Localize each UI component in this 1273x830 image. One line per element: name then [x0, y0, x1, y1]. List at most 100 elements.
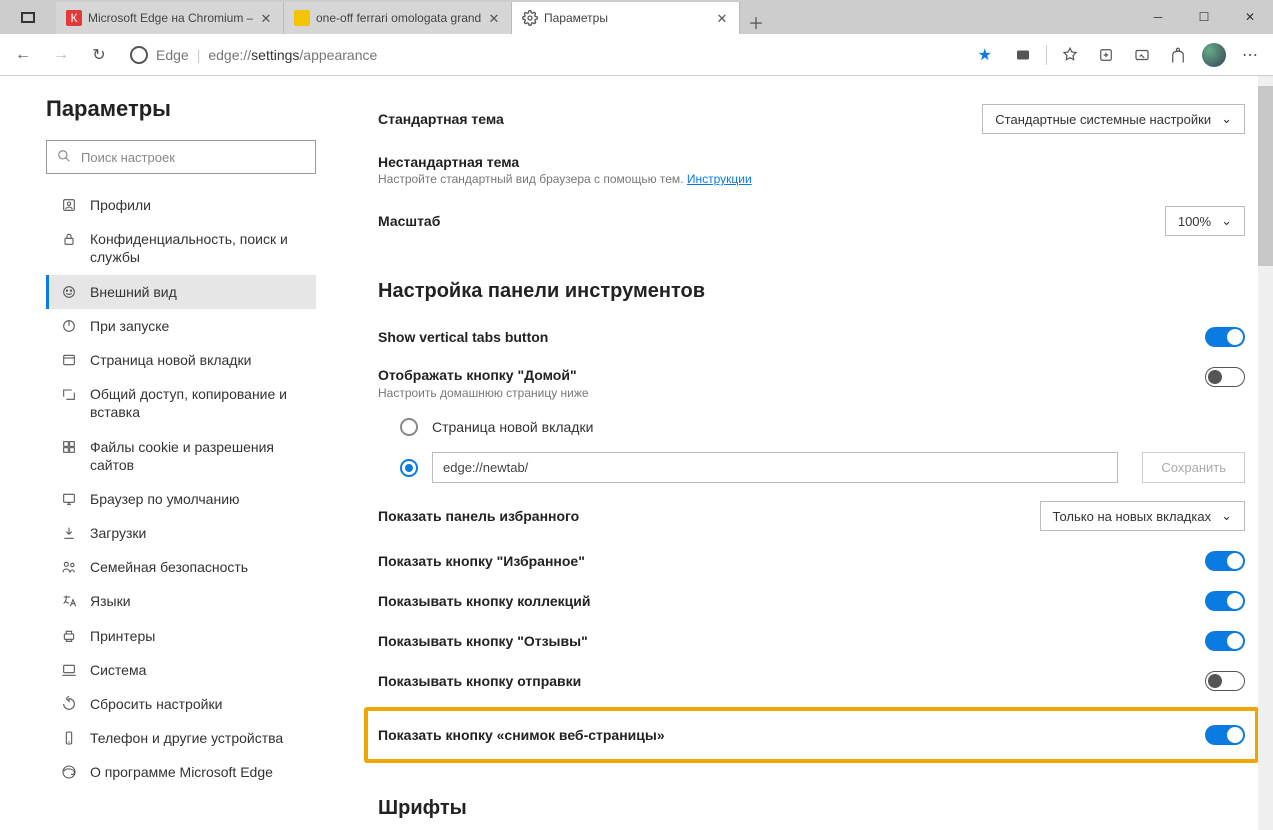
screenshot-icon[interactable]	[1125, 38, 1159, 72]
power-icon	[60, 317, 78, 335]
sidebar-item-about[interactable]: О программе Microsoft Edge	[46, 755, 316, 789]
sidebar-item-family[interactable]: Семейная безопасность	[46, 550, 316, 584]
extensions-icon[interactable]	[1161, 38, 1195, 72]
custom-theme-desc: Настройте стандартный вид браузера с пом…	[378, 172, 1245, 186]
search-input[interactable]: Поиск настроек	[46, 140, 316, 174]
feedback-button-toggle[interactable]	[1205, 631, 1245, 651]
download-icon	[60, 524, 78, 542]
chevron-down-icon: ⌄	[1221, 111, 1232, 127]
close-icon[interactable]: ✕	[259, 11, 273, 25]
collections-button-label: Показывать кнопку коллекций	[378, 593, 590, 609]
sidebar-item-startup[interactable]: При запуске	[46, 309, 316, 343]
phone-icon	[60, 729, 78, 747]
sidebar-item-privacy[interactable]: Конфиденциальность, поиск и службы	[46, 222, 316, 274]
default-theme-label: Стандартная тема	[378, 111, 504, 127]
title-bar: К Microsoft Edge на Chromium – Н ✕ one-o…	[0, 0, 1273, 34]
family-icon	[60, 558, 78, 576]
window-controls: ─ ☐ ✕	[1135, 0, 1273, 34]
collections-button-toggle[interactable]	[1205, 591, 1245, 611]
tab-title: one-off ferrari omologata grand	[316, 11, 481, 25]
default-theme-dropdown[interactable]: Стандартные системные настройки ⌄	[982, 104, 1245, 134]
refresh-button[interactable]: ↻	[82, 38, 116, 72]
browser-tab[interactable]: one-off ferrari omologata grand ✕	[284, 2, 512, 34]
sidebar-item-appearance[interactable]: Внешний вид	[46, 275, 316, 309]
favorites-icon[interactable]	[1053, 38, 1087, 72]
new-tab-button[interactable]: ＋	[740, 10, 772, 34]
close-icon[interactable]: ✕	[715, 11, 729, 25]
sidebar-item-downloads[interactable]: Загрузки	[46, 516, 316, 550]
fonts-section-heading: Шрифты	[378, 797, 1245, 820]
newtab-icon	[60, 351, 78, 369]
sidebar-item-newtab[interactable]: Страница новой вкладки	[46, 343, 316, 377]
forward-button[interactable]: →	[44, 38, 78, 72]
screenshot-button-row: Показать кнопку «снимок веб-страницы»	[364, 707, 1259, 763]
browser-tab[interactable]: К Microsoft Edge на Chromium – Н ✕	[56, 2, 284, 34]
instructions-link[interactable]: Инструкции	[687, 172, 752, 186]
sidebar-item-printers[interactable]: Принтеры	[46, 619, 316, 653]
tab-actions-icon[interactable]	[0, 0, 56, 34]
collections-icon[interactable]	[1089, 38, 1123, 72]
edge-icon	[130, 46, 148, 64]
home-button-desc: Настроить домашнюю страницу ниже	[378, 386, 589, 400]
address-bar[interactable]: Edge | edge://settings/appearance ★	[120, 40, 1002, 70]
screenshot-button-toggle[interactable]	[1205, 725, 1245, 745]
newtab-radio-label: Страница новой вкладки	[432, 419, 593, 435]
close-icon[interactable]: ✕	[487, 11, 501, 25]
profile-avatar[interactable]	[1197, 38, 1231, 72]
share-button-toggle[interactable]	[1205, 671, 1245, 691]
sidebar-item-languages[interactable]: Языки	[46, 584, 316, 618]
translate-icon[interactable]	[1006, 38, 1040, 72]
lock-icon	[60, 230, 78, 248]
search-placeholder: Поиск настроек	[81, 150, 175, 165]
vertical-tabs-toggle[interactable]	[1205, 327, 1245, 347]
scrollbar[interactable]	[1258, 76, 1273, 830]
tab-title: Microsoft Edge на Chromium – Н	[88, 11, 253, 25]
favicon-icon	[294, 10, 310, 26]
custom-url-radio[interactable]	[400, 459, 418, 477]
profile-icon	[60, 196, 78, 214]
sidebar-item-devices[interactable]: Телефон и другие устройства	[46, 721, 316, 755]
address-text: edge://settings/appearance	[208, 47, 377, 63]
favorites-bar-dropdown[interactable]: Только на новых вкладках ⌄	[1040, 501, 1245, 531]
address-brand: Edge	[156, 47, 189, 63]
favicon-icon: К	[66, 10, 82, 26]
settings-main: Стандартная тема Стандартные системные н…	[330, 76, 1273, 830]
home-url-input[interactable]	[432, 452, 1118, 483]
sidebar-item-system[interactable]: Система	[46, 653, 316, 687]
sidebar-item-profiles[interactable]: Профили	[46, 188, 316, 222]
home-button-label: Отображать кнопку "Домой"	[378, 367, 589, 383]
home-button-toggle[interactable]	[1205, 367, 1245, 387]
appearance-icon	[60, 283, 78, 301]
sidebar-item-cookies[interactable]: Файлы cookie и разрешения сайтов	[46, 430, 316, 482]
edge-logo-icon	[60, 763, 78, 781]
sidebar-item-reset[interactable]: Сбросить настройки	[46, 687, 316, 721]
sidebar-item-default-browser[interactable]: Браузер по умолчанию	[46, 482, 316, 516]
reset-icon	[60, 695, 78, 713]
favorite-star-icon[interactable]: ★	[978, 45, 992, 65]
cookie-icon	[60, 438, 78, 456]
more-icon[interactable]: ⋯	[1233, 38, 1267, 72]
favorites-button-label: Показать кнопку "Избранное"	[378, 553, 585, 569]
share-icon	[60, 385, 78, 403]
custom-theme-label: Нестандартная тема	[378, 154, 1245, 170]
maximize-button[interactable]: ☐	[1181, 0, 1227, 34]
toolbar-section-heading: Настройка панели инструментов	[378, 280, 1245, 303]
screenshot-button-label: Показать кнопку «снимок веб-страницы»	[378, 727, 665, 743]
sidebar-item-share[interactable]: Общий доступ, копирование и вставка	[46, 377, 316, 429]
back-button[interactable]: ←	[6, 38, 40, 72]
tab-title: Параметры	[544, 11, 709, 25]
favorites-button-toggle[interactable]	[1205, 551, 1245, 571]
browser-icon	[60, 490, 78, 508]
minimize-button[interactable]: ─	[1135, 0, 1181, 34]
language-icon	[60, 592, 78, 610]
sidebar-title: Параметры	[46, 96, 316, 122]
gear-icon	[522, 10, 538, 26]
newtab-radio[interactable]	[400, 418, 418, 436]
close-button[interactable]: ✕	[1227, 0, 1273, 34]
browser-tab-active[interactable]: Параметры ✕	[512, 2, 740, 34]
save-button[interactable]: Сохранить	[1142, 452, 1245, 483]
scrollbar-thumb[interactable]	[1258, 86, 1273, 266]
printer-icon	[60, 627, 78, 645]
zoom-label: Масштаб	[378, 213, 440, 229]
zoom-dropdown[interactable]: 100% ⌄	[1165, 206, 1245, 236]
